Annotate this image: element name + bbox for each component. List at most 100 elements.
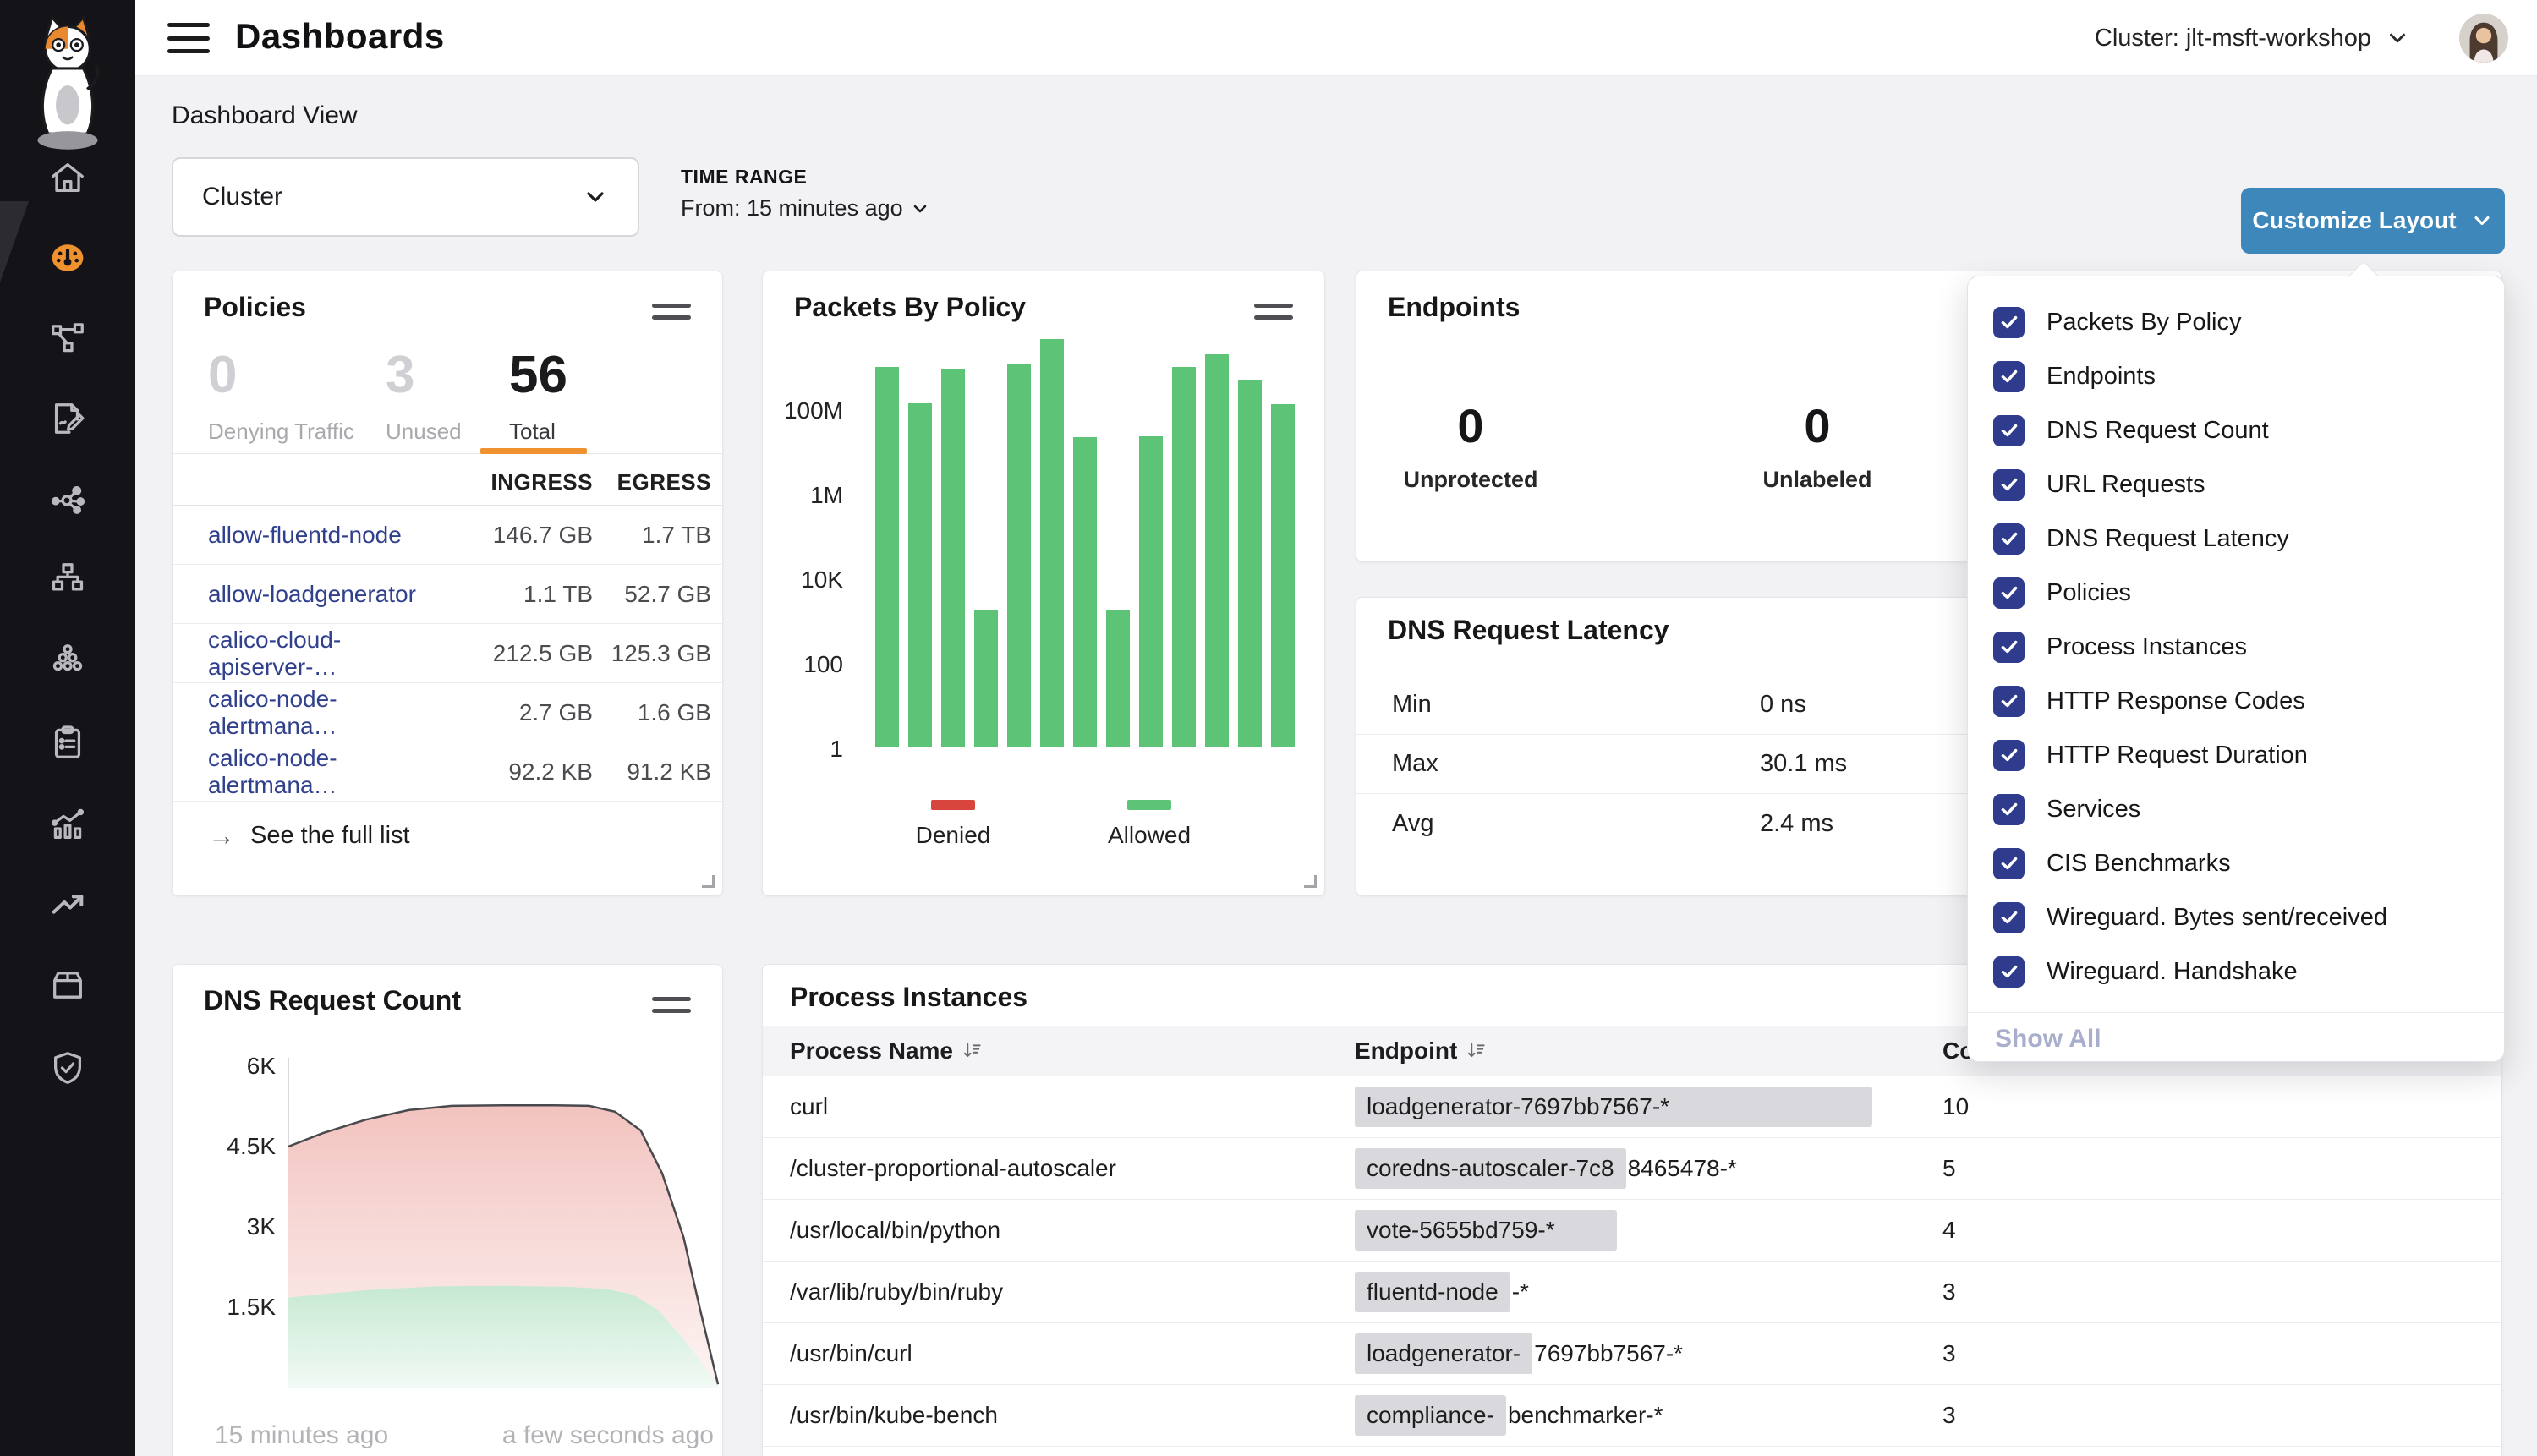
sort-icon: [962, 1041, 982, 1061]
policy-row: calico-node-alertmana… 92.2 KB 91.2 KB: [173, 742, 722, 802]
checkbox-checked-icon[interactable]: [1993, 848, 2025, 879]
resize-corner-handle[interactable]: [1304, 875, 1317, 888]
bar-allowed[interactable]: [1106, 610, 1130, 747]
stat-unused[interactable]: 3 Unused: [386, 349, 462, 445]
policy-link[interactable]: allow-fluentd-node: [208, 522, 402, 548]
cluster-nodes-icon: [48, 640, 87, 679]
dashboard-view-select[interactable]: Cluster: [172, 157, 639, 237]
stat-label: Denying Traffic: [208, 419, 354, 445]
time-range-control[interactable]: TIME RANGE From: 15 minutes ago: [681, 166, 930, 222]
cluster-selector[interactable]: Cluster: jlt-msft-workshop: [2095, 0, 2410, 76]
drag-handle-icon[interactable]: [652, 304, 691, 327]
sidebar-item-topology[interactable]: [46, 557, 90, 601]
process-name: /var/lib/ruby/bin/ruby: [790, 1278, 1355, 1305]
hamburger-menu-icon[interactable]: [167, 23, 210, 53]
legend-allowed[interactable]: Allowed: [1082, 800, 1217, 849]
menu-item-http-response-codes[interactable]: HTTP Response Codes: [1968, 674, 2504, 728]
menu-item-dns-request-count[interactable]: DNS Request Count: [1968, 403, 2504, 457]
menu-item-http-request-duration[interactable]: HTTP Request Duration: [1968, 728, 2504, 782]
bar-allowed[interactable]: [1238, 380, 1262, 747]
policy-link[interactable]: calico-node-alertmana…: [208, 686, 337, 739]
policy-link[interactable]: allow-loadgenerator: [208, 581, 416, 607]
menu-item-url-requests[interactable]: URL Requests: [1968, 457, 2504, 512]
column-header-endpoint[interactable]: Endpoint: [1355, 1037, 1942, 1065]
sidebar-item-timeline[interactable]: [46, 883, 90, 927]
menu-item-services[interactable]: Services: [1968, 782, 2504, 836]
sidebar-item-analytics[interactable]: [46, 802, 90, 846]
policy-egress-value: 1.6 GB: [593, 699, 711, 726]
policy-ingress-value: 92.2 KB: [458, 758, 593, 785]
see-full-list-link[interactable]: → See the full list: [208, 806, 410, 865]
bar-allowed[interactable]: [974, 610, 998, 747]
policy-link[interactable]: calico-node-alertmana…: [208, 745, 337, 798]
bar-allowed[interactable]: [1040, 339, 1064, 747]
checkbox-checked-icon[interactable]: [1993, 740, 2025, 771]
menu-item-label: Policies: [2047, 579, 2131, 607]
menu-item-process-instances[interactable]: Process Instances: [1968, 620, 2504, 674]
row-value: 2.4 ms: [1760, 810, 1833, 838]
policy-link[interactable]: calico-cloud-apiserver-…: [208, 627, 341, 680]
bar-allowed[interactable]: [1172, 367, 1196, 747]
bar-allowed[interactable]: [875, 367, 899, 747]
cluster-selector-label: Cluster: jlt-msft-workshop: [2095, 25, 2371, 52]
checkbox-checked-icon[interactable]: [1993, 361, 2025, 392]
resize-corner-handle[interactable]: [702, 875, 715, 888]
customize-layout-button[interactable]: Customize Layout: [2241, 188, 2505, 254]
menu-item-wireguard-bytes-sent-received[interactable]: Wireguard. Bytes sent/received: [1968, 890, 2504, 944]
y-axis-tick-label: 1.5K: [227, 1294, 276, 1320]
menu-item-packets-by-policy[interactable]: Packets By Policy: [1968, 295, 2504, 349]
card-title: Policies: [204, 292, 306, 323]
column-header-process-name[interactable]: Process Name: [790, 1037, 1355, 1065]
stat-label: Unused: [386, 419, 462, 445]
checkbox-checked-icon[interactable]: [1993, 307, 2025, 338]
menu-item-dns-request-latency[interactable]: DNS Request Latency: [1968, 512, 2504, 566]
checkbox-checked-icon[interactable]: [1993, 686, 2025, 717]
menu-notch: [2348, 261, 2380, 293]
sidebar-item-image-assurance[interactable]: [46, 963, 90, 1007]
bar-allowed[interactable]: [908, 403, 932, 747]
stat-total[interactable]: 56 Total: [509, 349, 567, 445]
checkbox-checked-icon[interactable]: [1993, 956, 2025, 988]
sidebar: [0, 0, 135, 1456]
sidebar-item-compliance[interactable]: [46, 720, 90, 764]
checkbox-checked-icon[interactable]: [1993, 577, 2025, 609]
drag-handle-icon[interactable]: [1254, 304, 1293, 327]
legend-denied[interactable]: Denied: [885, 800, 1021, 849]
sidebar-item-home[interactable]: [46, 156, 90, 200]
y-axis-tick-label: 1M: [763, 482, 843, 509]
stat-denying-traffic[interactable]: 0 Denying Traffic: [208, 349, 354, 445]
policy-row: allow-fluentd-node 146.7 GB 1.7 TB: [173, 506, 722, 565]
legend-label: Denied: [885, 822, 1021, 849]
stat-unlabeled: 0 Unlabeled: [1745, 398, 1889, 493]
bar-allowed[interactable]: [1139, 436, 1163, 747]
checkbox-checked-icon[interactable]: [1993, 523, 2025, 555]
sidebar-item-network-nodes[interactable]: [46, 316, 90, 360]
sidebar-item-service-graph[interactable]: [46, 477, 90, 521]
checkbox-checked-icon[interactable]: [1993, 794, 2025, 825]
sidebar-item-policy-editor[interactable]: [46, 397, 90, 441]
drag-handle-icon[interactable]: [652, 997, 691, 1021]
menu-item-wireguard-handshake[interactable]: Wireguard. Handshake: [1968, 944, 2504, 999]
process-row: /var/lib/ruby/bin/ruby fluentd-node-* 3: [763, 1262, 2501, 1323]
bar-allowed[interactable]: [941, 369, 965, 747]
show-all-button[interactable]: Show All: [1968, 1012, 2504, 1065]
menu-item-policies[interactable]: Policies: [1968, 566, 2504, 620]
menu-item-cis-benchmarks[interactable]: CIS Benchmarks: [1968, 836, 2504, 890]
avatar[interactable]: [2459, 14, 2508, 63]
checkbox-checked-icon[interactable]: [1993, 415, 2025, 446]
checkbox-checked-icon[interactable]: [1993, 632, 2025, 663]
process-row: /cluster-proportional-autoscaler coredns…: [763, 1138, 2501, 1200]
dns-request-count-card: DNS Request Count 6K4.5K3K1.5K 15 minute…: [172, 964, 723, 1456]
sidebar-item-cluster-nodes[interactable]: [46, 638, 90, 681]
bar-allowed[interactable]: [1073, 437, 1097, 747]
bar-allowed[interactable]: [1007, 364, 1031, 747]
checkbox-checked-icon[interactable]: [1993, 902, 2025, 933]
sidebar-item-dashboards[interactable]: [46, 236, 90, 280]
bar-allowed[interactable]: [1205, 354, 1229, 747]
checkbox-checked-icon[interactable]: [1993, 469, 2025, 501]
sidebar-item-threat-defense[interactable]: [46, 1046, 90, 1090]
stat-label: Total: [509, 419, 567, 445]
bar-allowed[interactable]: [1271, 404, 1295, 747]
legend-swatch-allowed: [1127, 800, 1171, 810]
menu-item-endpoints[interactable]: Endpoints: [1968, 349, 2504, 403]
